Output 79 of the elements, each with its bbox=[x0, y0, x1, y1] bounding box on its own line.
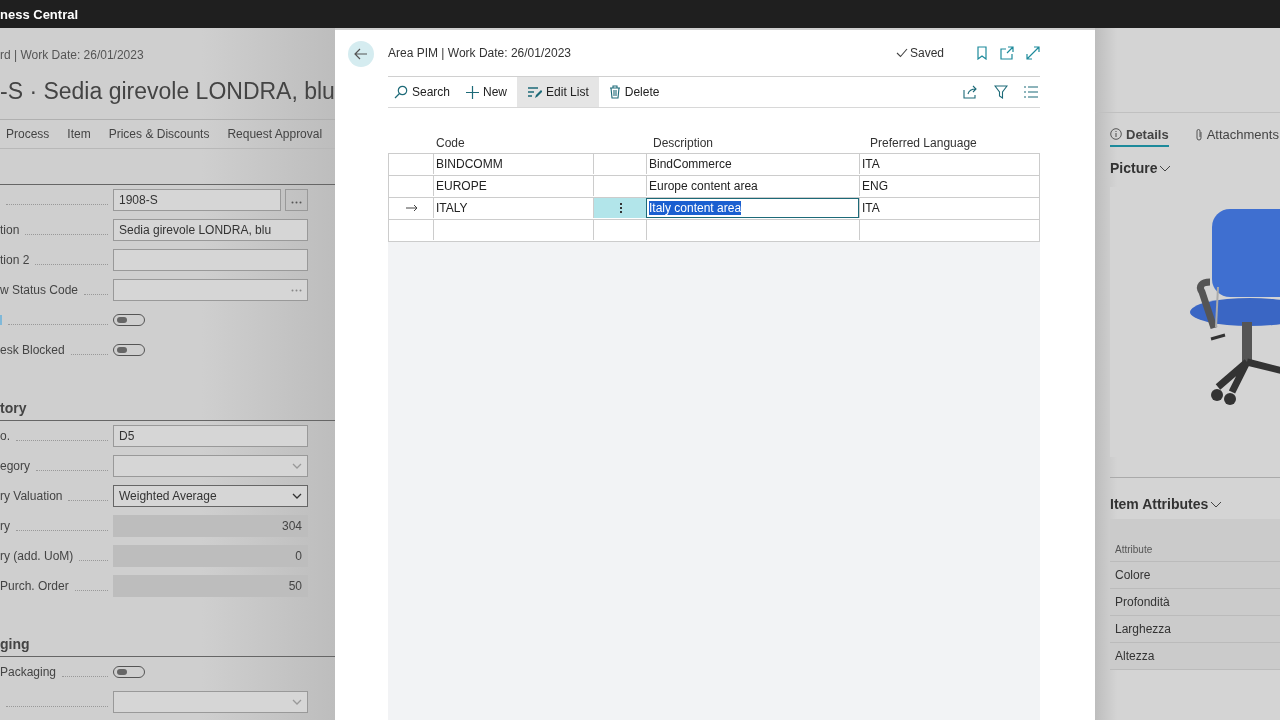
table-cell: Larghezza bbox=[1115, 622, 1172, 636]
filter-icon[interactable] bbox=[994, 85, 1008, 99]
section-heading[interactable]: Item Attributes bbox=[1110, 495, 1223, 513]
share-icon[interactable] bbox=[963, 85, 978, 99]
section-heading: ging bbox=[0, 631, 335, 657]
action-tab[interactable]: Item bbox=[67, 127, 91, 141]
readonly-field: 0 bbox=[113, 545, 308, 567]
chevron-down-icon bbox=[1159, 164, 1172, 172]
chevron-down-icon[interactable] bbox=[292, 493, 302, 499]
plus-icon bbox=[466, 85, 480, 99]
readonly-field: 50 bbox=[113, 575, 308, 597]
row-menu-icon[interactable] bbox=[617, 201, 625, 215]
chevron-down-icon bbox=[1210, 500, 1223, 508]
more-icon bbox=[291, 201, 302, 204]
field-label: Packaging bbox=[0, 665, 57, 679]
app-title: ness Central bbox=[0, 6, 79, 22]
field-label: w Status Code bbox=[0, 283, 79, 297]
toolbar-button[interactable]: Edit List bbox=[517, 77, 599, 107]
field-label: o. bbox=[0, 429, 10, 443]
info-icon bbox=[1110, 128, 1122, 140]
back-button[interactable] bbox=[348, 41, 374, 67]
field-label: tion bbox=[0, 223, 20, 237]
back-arrow-icon bbox=[354, 48, 368, 60]
bookmark-icon[interactable] bbox=[976, 46, 988, 60]
column-header[interactable]: Preferred Language bbox=[866, 135, 1040, 150]
table-cell: Colore bbox=[1115, 568, 1151, 582]
list-icon[interactable] bbox=[1024, 86, 1038, 98]
field-label: ry Valuation bbox=[0, 489, 63, 503]
action-tab[interactable]: Prices & Discounts bbox=[108, 127, 210, 141]
input-field[interactable]: D5 bbox=[113, 425, 308, 447]
dropdown-field[interactable] bbox=[113, 691, 308, 713]
field-label: tion 2 bbox=[0, 253, 30, 267]
page-title: -S · Sedia girevole LONDRA, blu bbox=[0, 78, 335, 106]
column-header[interactable]: Code bbox=[432, 135, 596, 150]
table-cell: Altezza bbox=[1115, 649, 1155, 663]
dropdown-field[interactable]: Weighted Average bbox=[113, 485, 308, 507]
column-header: Attribute bbox=[1115, 544, 1153, 555]
expand-icon[interactable] bbox=[1026, 46, 1040, 60]
input-field[interactable] bbox=[113, 249, 308, 271]
table-cell: Profondità bbox=[1115, 595, 1170, 609]
field-label: Purch. Order bbox=[0, 579, 69, 593]
field-label: ry (add. UoM) bbox=[0, 549, 74, 563]
table-cell: ITA bbox=[859, 198, 1039, 218]
field-label: ry bbox=[0, 519, 10, 533]
more-icon[interactable] bbox=[291, 288, 302, 292]
section-heading[interactable]: Picture bbox=[1110, 159, 1172, 177]
input-field[interactable]: Italy content area bbox=[646, 198, 859, 218]
checkmark-icon bbox=[895, 48, 908, 58]
toolbar-button[interactable]: New bbox=[460, 77, 514, 107]
input-field[interactable] bbox=[113, 279, 308, 301]
paperclip-icon bbox=[1194, 127, 1203, 141]
field-label: esk Blocked bbox=[0, 343, 65, 357]
input-field[interactable]: Sedia girevole LONDRA, blu bbox=[113, 219, 308, 241]
field-label: egory bbox=[0, 459, 31, 473]
dropdown-field[interactable] bbox=[113, 455, 308, 477]
edit-list-icon bbox=[527, 85, 543, 99]
column-header[interactable]: Description bbox=[649, 135, 866, 150]
table-cell: BindCommerce bbox=[646, 154, 859, 174]
toolbar-button[interactable]: Search bbox=[388, 77, 457, 107]
factbox-tab[interactable]: Details bbox=[1110, 123, 1169, 147]
readonly-field: 304 bbox=[113, 515, 308, 537]
saved-status: Saved bbox=[895, 46, 944, 60]
trash-icon bbox=[608, 85, 621, 99]
table-cell: ENG bbox=[859, 176, 1039, 196]
breadcrumb: rd | Work Date: 26/01/2023 bbox=[0, 48, 145, 64]
input-field[interactable]: 1908-S bbox=[113, 189, 281, 211]
current-row-arrow-icon bbox=[406, 204, 418, 212]
action-tab[interactable]: Request Approval bbox=[227, 127, 323, 141]
table-cell: Europe content area bbox=[646, 176, 859, 196]
action-tab[interactable]: Process bbox=[6, 127, 50, 141]
toolbar-button[interactable]: Delete bbox=[602, 77, 666, 107]
open-in-new-window-icon[interactable] bbox=[1000, 46, 1014, 60]
table-cell: ITA bbox=[859, 154, 1039, 174]
factbox-tab[interactable]: Attachments bbox=[1194, 123, 1279, 147]
table-cell: BINDCOMM bbox=[433, 154, 593, 174]
table-cell: EUROPE bbox=[433, 176, 593, 196]
breadcrumb: Area PIM | Work Date: 26/01/2023 bbox=[388, 46, 571, 60]
section-heading: tory bbox=[0, 395, 335, 421]
search-icon bbox=[394, 85, 408, 99]
